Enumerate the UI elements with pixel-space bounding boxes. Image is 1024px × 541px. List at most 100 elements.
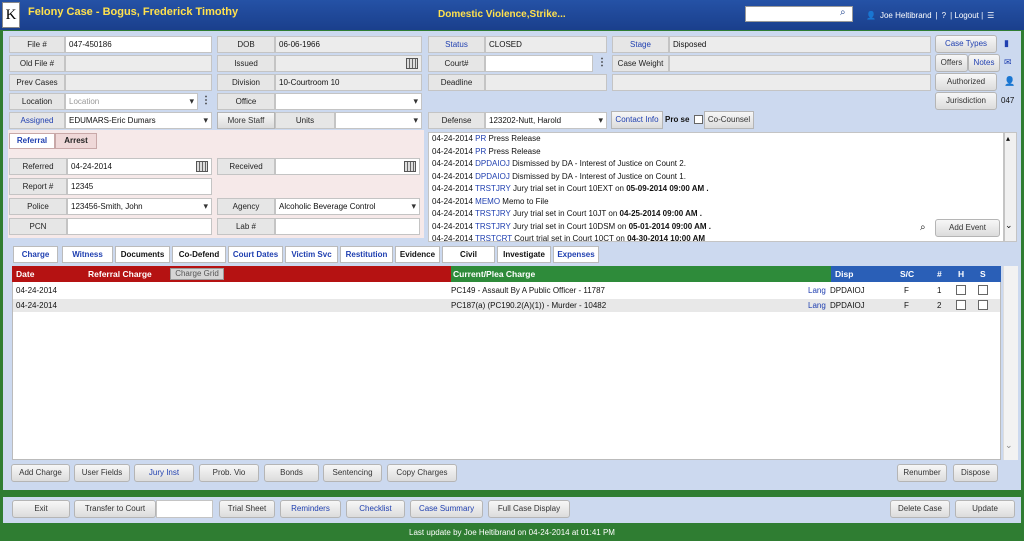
event-item[interactable]: 04-24-2014 PR Press Release (429, 133, 1003, 146)
event-code[interactable]: TRSTJRY (475, 184, 511, 193)
tab-co-defend[interactable]: Co-Defend (172, 246, 226, 263)
row-h-checkbox[interactable] (956, 285, 966, 295)
agency-select[interactable]: Alcoholic Beverage Control (275, 198, 420, 215)
event-item[interactable]: 04-24-2014 TRSTJRY Jury trial set in Cou… (429, 221, 1003, 234)
table-row[interactable]: 04-24-2014 PC149 - Assault By A Public Of… (13, 284, 1000, 297)
add-event-button[interactable]: Add Event (935, 219, 1000, 237)
contact-info-button[interactable]: Contact Info (611, 111, 663, 129)
tab-evidence[interactable]: Evidence (395, 246, 440, 263)
tab-documents[interactable]: Documents (115, 246, 170, 263)
event-item[interactable]: 04-24-2014 TRSTJRY Jury trial set in Cou… (429, 183, 1003, 196)
event-code[interactable]: TRSTJRY (475, 209, 511, 218)
copy-chargesbutton[interactable]: Copy Charges (387, 464, 457, 482)
more-staff-button[interactable]: More Staff (217, 112, 275, 129)
transfer-button[interactable]: Transfer to Court (74, 500, 156, 518)
checklist-button[interactable]: Checklist (346, 500, 405, 518)
event-code[interactable]: PR (475, 134, 486, 143)
issued-value[interactable] (275, 55, 422, 72)
delete-case-button[interactable]: Delete Case (890, 500, 950, 518)
search-icon[interactable]: ⌕ (840, 7, 846, 18)
row-s-checkbox[interactable] (978, 300, 988, 310)
charge-grid-button[interactable]: Charge Grid (170, 268, 224, 280)
menu-icon[interactable]: ☰ (987, 11, 994, 20)
search-input[interactable] (745, 6, 853, 22)
user-name[interactable]: Joe Heltibrand (880, 11, 932, 20)
office-select[interactable] (275, 93, 422, 110)
pro-se-checkbox[interactable] (694, 115, 703, 124)
transfer-input[interactable] (156, 500, 213, 518)
notes-button[interactable]: Notes (968, 54, 1000, 72)
location-select[interactable]: Location (65, 93, 198, 110)
help-icon[interactable]: ? (942, 11, 946, 20)
case-summary-button[interactable]: Case Summary (410, 500, 483, 518)
referred-value[interactable]: 04-24-2014 (67, 158, 212, 175)
units-select[interactable] (335, 112, 422, 129)
add-chargebutton[interactable]: Add Charge (11, 464, 70, 482)
event-item[interactable]: 04-24-2014 TRSTCRT Court trial set in Co… (429, 233, 1003, 241)
bondsbutton[interactable]: Bonds (264, 464, 319, 482)
tab-victim-svc[interactable]: Victim Svc (285, 246, 338, 263)
search-events-icon[interactable]: ⌕ (920, 222, 926, 233)
update-button[interactable]: Update (955, 500, 1015, 518)
tab-investigate[interactable]: Investigate (497, 246, 551, 263)
grid-scrollbar[interactable] (1003, 266, 1018, 460)
police-select[interactable]: 123456-Smith, John (67, 198, 212, 215)
court-input[interactable] (485, 55, 593, 72)
renumber-button[interactable]: Renumber (897, 464, 947, 482)
tab-arrest[interactable]: Arrest (55, 133, 97, 149)
event-list[interactable]: 04-24-2014 PR Press Release 04-24-2014 P… (428, 132, 1004, 242)
exit-button[interactable]: Exit (12, 500, 70, 518)
sentencingbutton[interactable]: Sentencing (323, 464, 382, 482)
reminders-button[interactable]: Reminders (280, 500, 341, 518)
received-calendar-icon[interactable] (404, 161, 416, 172)
lab-value[interactable] (275, 218, 420, 235)
chevron-down-icon[interactable]: ⌄ (1005, 220, 1013, 231)
event-code[interactable]: PR (475, 147, 486, 156)
event-code[interactable]: DPDAIOJ (475, 159, 510, 168)
event-item[interactable]: 04-24-2014 TRSTJRY Jury trial set in Cou… (429, 208, 1003, 221)
event-code[interactable]: DPDAIOJ (475, 172, 510, 181)
authorized-button[interactable]: Authorized (935, 73, 997, 91)
event-item[interactable]: 04-24-2014 MEMO Memo to File (429, 196, 1003, 209)
row-lang-link[interactable]: Lang (808, 299, 826, 312)
prob-viobutton[interactable]: Prob. Vio (199, 464, 259, 482)
event-code[interactable]: TRSTCRT (475, 234, 512, 241)
document-icon[interactable]: ▮ (1004, 38, 1009, 49)
row-s-checkbox[interactable] (978, 285, 988, 295)
defense-select[interactable]: 123202-Nutt, Harold (485, 112, 607, 129)
received-value[interactable] (275, 158, 420, 175)
row-lang-link[interactable]: Lang (808, 284, 826, 297)
referred-calendar-icon[interactable] (196, 161, 208, 172)
mail-icon[interactable]: ✉ (1004, 57, 1012, 68)
co-counsel-button[interactable]: Co-Counsel (704, 111, 754, 129)
location-more-icon[interactable]: ⋮ (201, 95, 211, 106)
case-types-button[interactable]: Case Types (935, 35, 997, 53)
tab-restitution[interactable]: Restitution (340, 246, 393, 263)
pcn-value[interactable] (67, 218, 212, 235)
tab-court-dates[interactable]: Court Dates (228, 246, 283, 263)
assigned-select[interactable]: EDUMARS-Eric Dumars (65, 112, 212, 129)
calendar-icon[interactable] (406, 58, 418, 69)
tab-referral[interactable]: Referral (9, 133, 55, 149)
logout-link[interactable]: | Logout | (950, 11, 983, 20)
grid-scroll-down-icon[interactable]: ⌄ (1005, 440, 1013, 451)
tab-civil[interactable]: Civil (442, 246, 495, 263)
court-more-icon[interactable]: ⋮ (597, 57, 607, 68)
tab-charge[interactable]: Charge (13, 246, 58, 263)
tab-expenses[interactable]: Expenses (553, 246, 599, 263)
report-value[interactable]: 12345 (67, 178, 212, 195)
jury-instbutton[interactable]: Jury Inst (134, 464, 194, 482)
full-case-display-button[interactable]: Full Case Display (488, 500, 570, 518)
jurisdiction-button[interactable]: Jurisdiction (935, 92, 997, 110)
user-fieldsbutton[interactable]: User Fields (74, 464, 130, 482)
trial-sheet-button[interactable]: Trial Sheet (219, 500, 275, 518)
event-item[interactable]: 04-24-2014 DPDAIOJ Dismissed by DA - Int… (429, 158, 1003, 171)
table-row[interactable]: 04-24-2014 PC187(a) (PC190.2(A)(1)) - Mur… (13, 299, 1000, 312)
case-flags[interactable]: Domestic Violence,Strike... (438, 9, 566, 20)
event-code[interactable]: TRSTJRY (475, 222, 511, 231)
row-h-checkbox[interactable] (956, 300, 966, 310)
person-icon[interactable]: 👤 (1004, 76, 1015, 87)
offers-button[interactable]: Offers (935, 54, 968, 72)
event-code[interactable]: MEMO (475, 197, 500, 206)
assigned-label[interactable]: Assigned (9, 112, 65, 129)
